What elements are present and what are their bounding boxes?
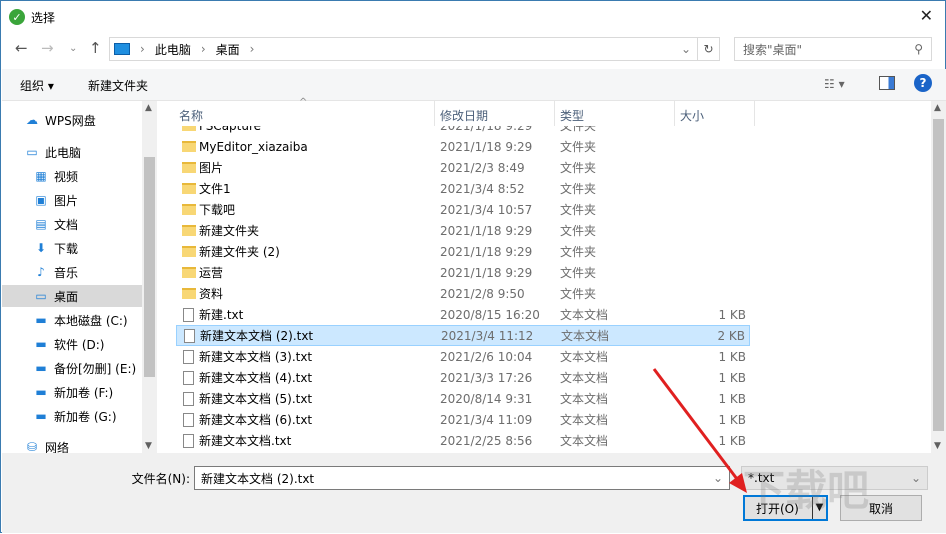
file-open-dialog: ✓ 选择 ✕ ← → ⌄ ↑ › 此电脑 › 桌面 › ⌄ ↻ 搜索"桌面" ⚲… [0,0,946,533]
annotation-overlay [652,368,747,493]
red-arrow-line [652,368,739,480]
red-arrow-head [729,473,747,493]
